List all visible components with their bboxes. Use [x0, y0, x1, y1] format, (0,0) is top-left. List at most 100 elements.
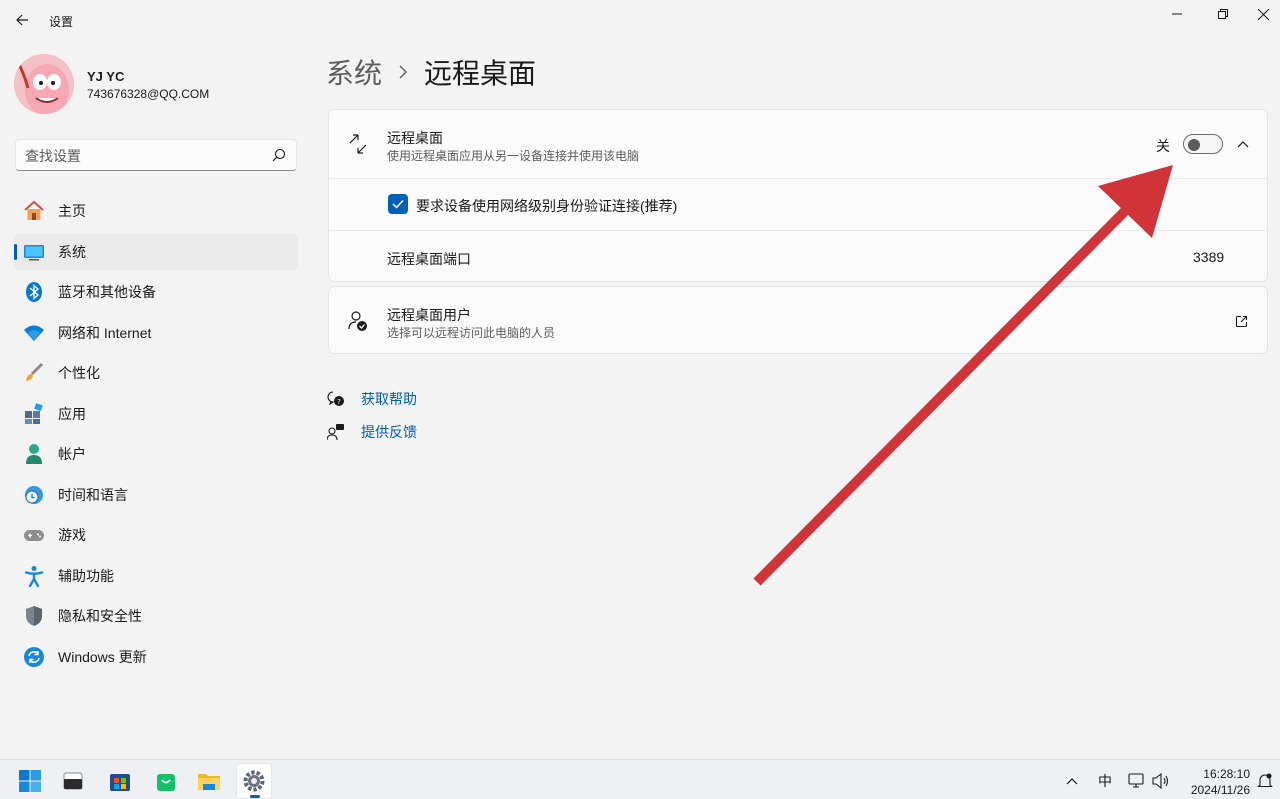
search-box[interactable]: [15, 139, 297, 171]
account-icon: [23, 443, 45, 465]
notification-bell-icon: [1257, 773, 1273, 788]
user-email: 743676328@QQ.COM: [87, 87, 210, 101]
nav-item-system[interactable]: 系统: [14, 233, 298, 270]
settings-app[interactable]: [236, 763, 272, 799]
avatar[interactable]: [14, 54, 74, 114]
shopping-app[interactable]: [148, 763, 184, 799]
nav-item-privacy[interactable]: 隐私和安全性: [14, 598, 298, 634]
remote-desktop-title: 远程桌面: [387, 130, 443, 146]
breadcrumb: 系统 远程桌面: [326, 52, 536, 92]
remote-desktop-subtitle: 使用远程桌面应用从另一设备连接并使用该电脑: [387, 149, 640, 163]
app-title: 设置: [49, 15, 74, 29]
time-language-icon: [23, 484, 45, 506]
feedback-link[interactable]: 提供反馈: [361, 422, 417, 442]
remote-desktop-icon: [346, 132, 370, 156]
nav-item-windows-update[interactable]: Windows 更新: [14, 639, 298, 675]
feedback-icon: [326, 422, 346, 442]
bluetooth-icon: [23, 281, 45, 303]
remote-users-card[interactable]: 远程桌面用户 选择可以远程访问此电脑的人员: [328, 286, 1268, 354]
avatar-image: [14, 54, 74, 114]
start-icon: [19, 770, 41, 792]
home-icon: [23, 200, 45, 222]
nav-item-home[interactable]: 主页: [14, 193, 298, 229]
nla-checkbox[interactable]: [388, 194, 408, 214]
file-explorer-app[interactable]: [191, 763, 227, 799]
help-chat-icon: ?: [326, 389, 346, 409]
restore-button[interactable]: [1200, 0, 1246, 28]
breadcrumb-parent[interactable]: 系统: [326, 52, 382, 92]
shopping-bag-icon: [157, 774, 175, 791]
tray-overflow-button[interactable]: [1064, 772, 1080, 790]
nav-label: 主页: [58, 203, 86, 219]
store-app[interactable]: [102, 763, 138, 799]
sidebar-nav: 主页 系统 蓝牙和其他设备 网络和 Internet 个性化 应用 帐户 时间和…: [14, 193, 298, 679]
remote-users-subtitle: 选择可以远程访问此电脑的人员: [387, 326, 556, 340]
nav-item-network[interactable]: 网络和 Internet: [14, 315, 298, 351]
remote-desktop-card: 远程桌面 使用远程桌面应用从另一设备连接并使用该电脑 关 要求设备使用网络级别身…: [328, 109, 1268, 282]
nav-label: 个性化: [58, 365, 100, 381]
store-icon: [110, 774, 130, 791]
port-value: 3389: [1193, 249, 1225, 265]
update-icon: [23, 646, 45, 668]
nav-item-accessibility[interactable]: 辅助功能: [14, 558, 298, 594]
network-icon[interactable]: [1127, 772, 1147, 790]
toggle-state-label: 关: [1156, 138, 1170, 154]
shield-icon: [23, 605, 45, 627]
nav-label: 辅助功能: [58, 567, 114, 584]
notification-button[interactable]: [1256, 772, 1274, 790]
system-icon: [23, 241, 45, 263]
nav-label: 系统: [58, 243, 86, 260]
ime-indicator[interactable]: 中: [1096, 772, 1114, 790]
get-help-link[interactable]: 获取帮助: [361, 389, 417, 409]
nav-item-time-language[interactable]: 时间和语言: [14, 477, 298, 513]
taskbar: 中 16:28:10 2024/11/26: [0, 759, 1280, 799]
user-check-icon: [346, 309, 370, 333]
file-explorer-icon: [198, 774, 220, 790]
toggle-knob: [1188, 139, 1200, 151]
brush-icon: [23, 362, 45, 384]
port-label: 远程桌面端口: [387, 251, 471, 267]
divider: [329, 178, 1267, 179]
nav-label: 时间和语言: [58, 486, 128, 503]
apps-icon: [23, 402, 45, 425]
page-title: 远程桌面: [424, 58, 537, 89]
clock[interactable]: 16:28:10 2024/11/26: [1186, 766, 1250, 798]
nav-item-apps[interactable]: 应用: [14, 396, 298, 432]
volume-icon[interactable]: [1151, 772, 1171, 790]
chevron-right-icon: [398, 65, 408, 79]
clock-time: 16:28:10: [1203, 767, 1250, 781]
user-name: YJ YC: [87, 69, 125, 84]
divider: [329, 230, 1267, 231]
chevron-up-icon: [1066, 778, 1078, 785]
external-link-icon: [1235, 315, 1247, 327]
checkmark-icon: [392, 199, 404, 209]
nav-label: Windows 更新: [58, 648, 147, 665]
nav-item-gaming[interactable]: 游戏: [14, 517, 298, 553]
accessibility-icon: [23, 565, 45, 587]
back-button[interactable]: [8, 6, 36, 34]
search-input[interactable]: [25, 146, 265, 166]
open-external-button[interactable]: [1231, 311, 1251, 331]
nav-label: 帐户: [58, 446, 86, 462]
remote-desktop-toggle[interactable]: [1183, 134, 1223, 154]
nav-item-accounts[interactable]: 帐户: [14, 436, 298, 472]
nav-item-personalization[interactable]: 个性化: [14, 355, 298, 391]
search-icon[interactable]: [272, 148, 286, 162]
nav-item-bluetooth[interactable]: 蓝牙和其他设备: [14, 274, 298, 310]
nav-label: 应用: [58, 405, 86, 422]
feedback-row: 提供反馈: [326, 422, 417, 442]
nav-label: 游戏: [58, 527, 86, 543]
terminal-app[interactable]: [55, 763, 91, 799]
settings-icon: [243, 770, 265, 792]
clock-date: 2024/11/26: [1190, 783, 1250, 797]
nla-checkbox-label[interactable]: 要求设备使用网络级别身份验证连接(推荐): [416, 196, 677, 216]
start-button[interactable]: [12, 763, 48, 799]
collapse-button[interactable]: [1229, 132, 1257, 156]
title-bar: 设置: [0, 0, 1280, 40]
running-indicator: [250, 795, 260, 798]
minimize-button[interactable]: [1154, 0, 1200, 28]
get-help-row: ? 获取帮助: [326, 389, 417, 409]
close-button[interactable]: [1246, 0, 1280, 28]
remote-users-title: 远程桌面用户: [387, 307, 471, 323]
nav-label: 网络和 Internet: [58, 324, 152, 341]
